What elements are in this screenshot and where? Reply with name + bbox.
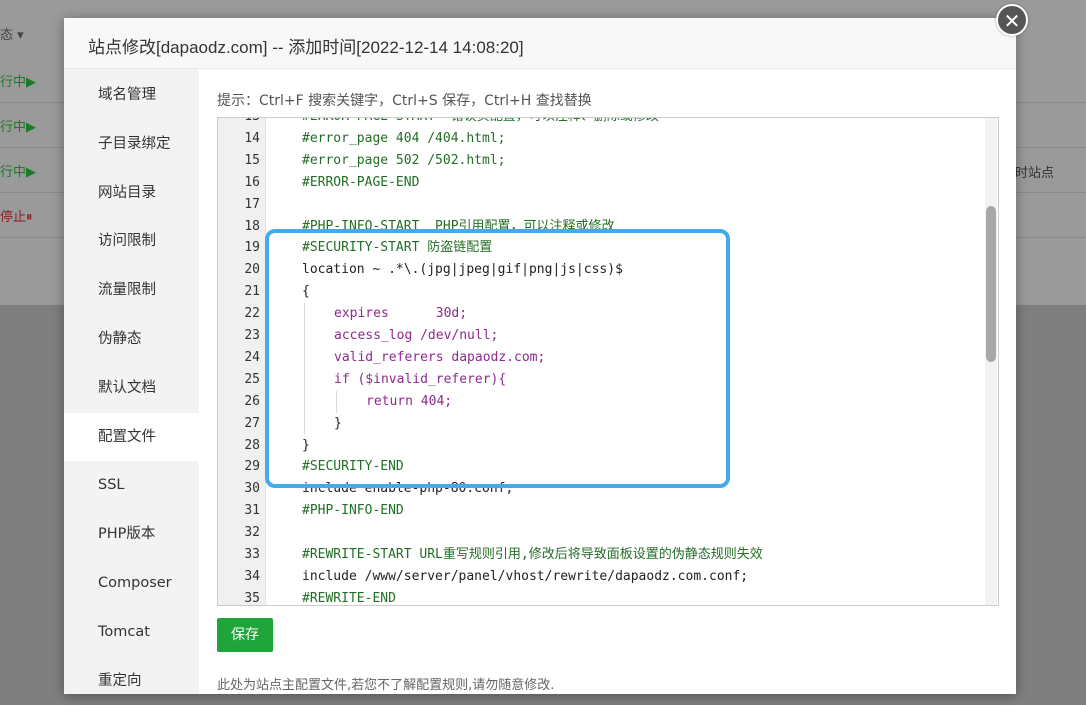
line-number: 13 bbox=[218, 118, 260, 128]
code-line: 31 #PHP-INFO-END bbox=[218, 500, 978, 522]
code-text: #REWRITE-START URL重写规则引用,修改后将导致面板设置的伪静态规… bbox=[302, 547, 763, 562]
background-status-text: 行中▶ bbox=[0, 75, 36, 90]
line-number: 27 bbox=[244, 415, 260, 431]
line-number: 33 bbox=[244, 547, 260, 562]
line-number: 16 bbox=[244, 174, 260, 190]
line-number: 23 bbox=[244, 328, 260, 343]
code-line: 34 include /www/server/panel/vhost/rewrit… bbox=[218, 566, 978, 588]
background-status-text: 行中▶ bbox=[0, 165, 36, 180]
settings-sidebar: 域名管理 子目录绑定 网站目录 访问限制 流量限制 伪静态 默认文档 配置文件 SSL PHP版本… bbox=[64, 69, 199, 694]
line-number: 17 bbox=[244, 196, 260, 212]
background-right-text: 时站点 bbox=[1015, 166, 1055, 181]
line-number: 29 bbox=[244, 459, 260, 475]
sidebar-item[interactable]: 网站目录 bbox=[64, 169, 199, 217]
code-text: #ERROR-PAGE-END bbox=[302, 174, 420, 190]
editor-scrollbar-thumb[interactable] bbox=[986, 206, 996, 362]
line-number: 14 bbox=[244, 130, 260, 146]
line-number: 34 bbox=[244, 568, 260, 584]
line-number: 26 bbox=[244, 393, 260, 409]
code-text: #PHP-INFO-END bbox=[302, 503, 404, 519]
code-line: 14 #error_page 404 /404.html; bbox=[218, 128, 978, 150]
config-warning-note: 此处为站点主配置文件,若您不了解配置规则,请勿随意修改. bbox=[217, 678, 555, 693]
code-line: 33 #REWRITE-START URL重写规则引用,修改后将导致面板设置的伪静… bbox=[218, 544, 978, 566]
line-number: 30 bbox=[244, 481, 260, 497]
line-number: 18 bbox=[244, 218, 260, 234]
code-text: include /www/server/panel/vhost/rewrite/… bbox=[302, 568, 749, 584]
line-number: 25 bbox=[244, 371, 260, 387]
sidebar-item[interactable]: Composer bbox=[64, 559, 199, 607]
code-text: #ERROR-PAGE-START 错误页配置，可以注释、删除或修改 bbox=[302, 118, 659, 128]
background-dropdown: 态 ▾ bbox=[0, 28, 24, 43]
line-number: 32 bbox=[244, 525, 260, 541]
save-button[interactable]: 保存 bbox=[217, 618, 273, 652]
code-line: 15 #error_page 502 /502.html; bbox=[218, 150, 978, 172]
code-line: 32 bbox=[218, 522, 978, 544]
sidebar-item[interactable]: PHP版本 bbox=[64, 510, 199, 558]
line-number: 24 bbox=[244, 349, 260, 365]
background-status-text: 行中▶ bbox=[0, 120, 36, 135]
line-number: 21 bbox=[244, 284, 260, 300]
editor-hint: 提示：Ctrl+F 搜索关键字，Ctrl+S 保存，Ctrl+H 查找替换 bbox=[217, 93, 592, 109]
close-icon[interactable]: ✕ bbox=[996, 4, 1028, 36]
security-config-highlight bbox=[265, 229, 730, 488]
code-line: 13 #ERROR-PAGE-START 错误页配置，可以注释、删除或修改 bbox=[218, 118, 978, 128]
line-number: 35 bbox=[244, 590, 260, 606]
code-line: 17 bbox=[218, 194, 978, 216]
sidebar-item[interactable]: 默认文档 bbox=[64, 364, 199, 412]
sidebar-item[interactable]: 配置文件 bbox=[64, 412, 199, 461]
line-number: 31 bbox=[244, 503, 260, 519]
sidebar-item[interactable]: 子目录绑定 bbox=[64, 120, 199, 168]
line-number: 15 bbox=[244, 152, 260, 168]
line-number: 20 bbox=[244, 262, 260, 278]
sidebar-item[interactable]: 伪静态 bbox=[64, 315, 199, 363]
line-number: 28 bbox=[244, 437, 260, 453]
sidebar-item[interactable]: Tomcat bbox=[64, 608, 199, 656]
code-line: 16 #ERROR-PAGE-END bbox=[218, 172, 978, 194]
code-line: 35 #REWRITE-END bbox=[218, 588, 978, 606]
sidebar-item[interactable]: 重定向 bbox=[64, 657, 199, 705]
line-number: 22 bbox=[244, 306, 260, 322]
modal-titlebar: 站点修改[dapaodz.com] -- 添加时间[2022-12-14 14:… bbox=[64, 18, 1016, 69]
background-status-text: 停止⏸ bbox=[0, 210, 33, 225]
modal-title: 站点修改[dapaodz.com] -- 添加时间[2022-12-14 14:… bbox=[88, 38, 524, 57]
sidebar-item[interactable]: SSL bbox=[64, 461, 199, 509]
sidebar-item[interactable]: 访问限制 bbox=[64, 217, 199, 265]
code-text: #REWRITE-END bbox=[302, 590, 396, 606]
code-text: #error_page 404 /404.html; bbox=[302, 130, 506, 146]
code-text: #error_page 502 /502.html; bbox=[302, 152, 506, 168]
line-number: 19 bbox=[244, 240, 260, 256]
sidebar-item[interactable]: 域名管理 bbox=[64, 71, 199, 119]
sidebar-item[interactable]: 流量限制 bbox=[64, 266, 199, 314]
